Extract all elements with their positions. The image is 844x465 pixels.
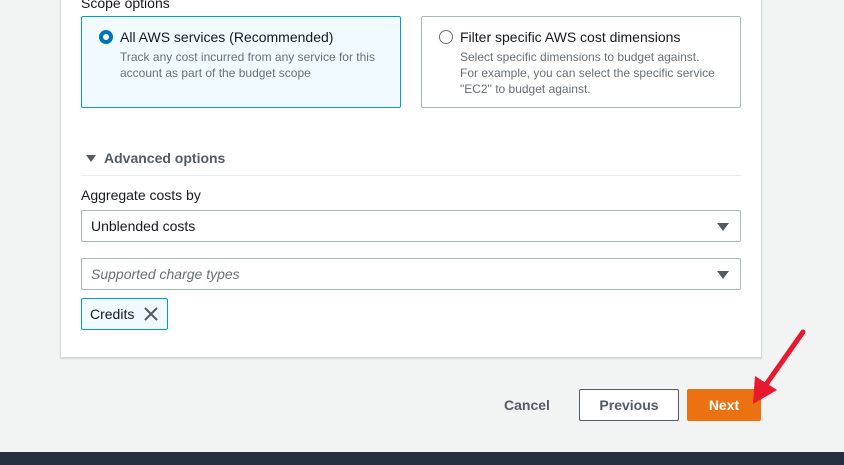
scope-option-filter-title: Filter specific AWS cost dimensions <box>460 29 681 45</box>
dropdown-caret-icon <box>717 271 729 279</box>
scope-option-all-title: All AWS services (Recommended) <box>120 29 334 45</box>
page-footer <box>0 452 844 465</box>
close-icon[interactable] <box>144 307 158 321</box>
caret-down-icon <box>86 154 96 162</box>
aggregate-costs-value: Unblended costs <box>91 218 196 234</box>
charge-types-placeholder: Supported charge types <box>91 266 240 282</box>
cancel-button[interactable]: Cancel <box>496 389 558 421</box>
radio-selected-icon[interactable] <box>99 30 113 44</box>
scope-option-filter-dimensions[interactable]: Filter specific AWS cost dimensions Sele… <box>421 16 741 108</box>
advanced-options-toggle[interactable]: Advanced options <box>86 150 225 166</box>
token-label: Credits <box>90 306 135 322</box>
token-credits: Credits <box>81 298 168 330</box>
charge-types-select[interactable]: Supported charge types <box>81 258 741 290</box>
radio-unselected-icon[interactable] <box>439 30 453 44</box>
previous-button[interactable]: Previous <box>579 389 679 421</box>
scope-option-all-desc: Track any cost incurred from any service… <box>120 50 375 80</box>
aggregate-costs-select[interactable]: Unblended costs <box>81 210 741 242</box>
aggregate-costs-label: Aggregate costs by <box>81 187 201 203</box>
advanced-options-title: Advanced options <box>104 150 226 166</box>
scope-options-label: Scope options <box>81 0 170 11</box>
scope-option-filter-desc: Select specific dimensions to budget aga… <box>460 50 715 96</box>
scope-option-all-services[interactable]: All AWS services (Recommended) Track any… <box>81 16 401 108</box>
annotation-arrow-icon <box>753 329 806 404</box>
dropdown-caret-icon <box>717 223 729 231</box>
advanced-divider <box>81 175 741 176</box>
